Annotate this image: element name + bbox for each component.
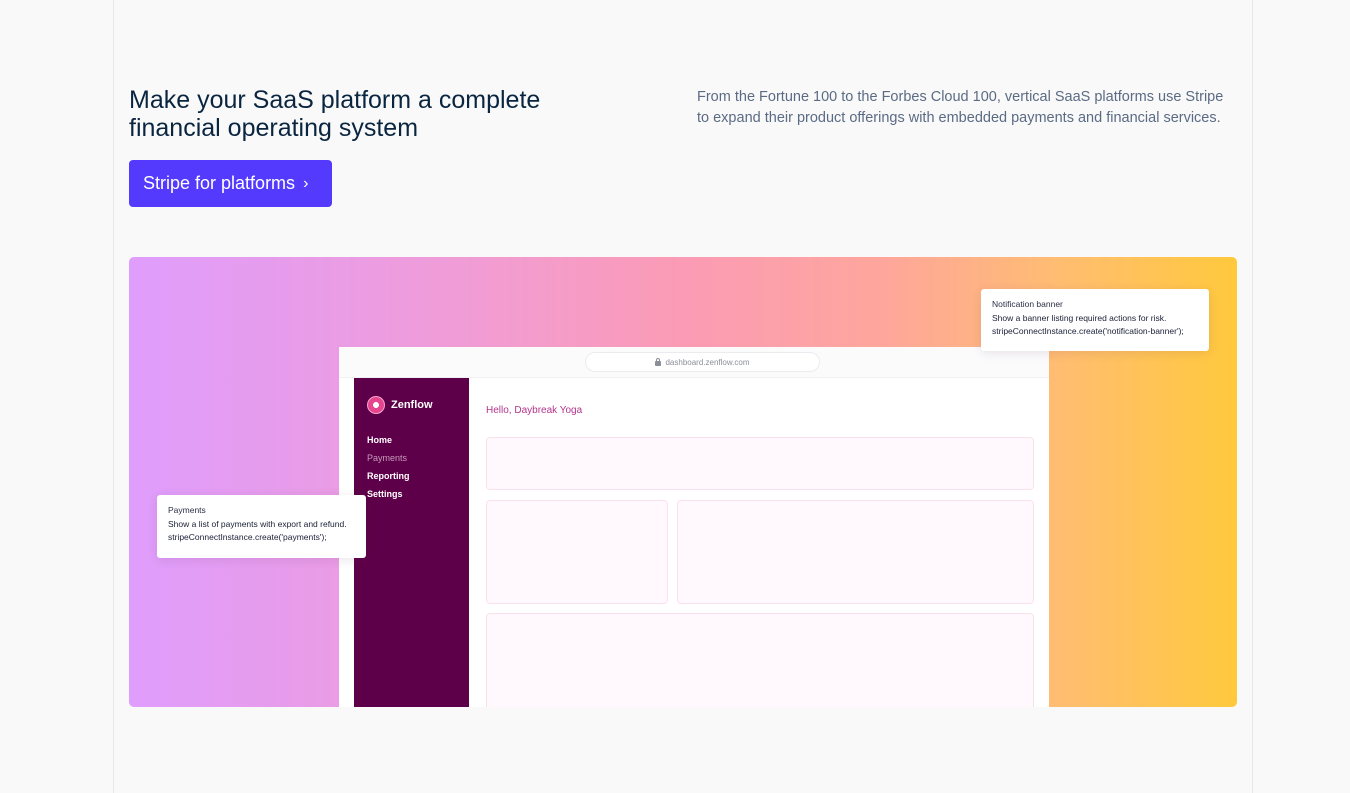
address-bar-url: dashboard.zenflow.com xyxy=(665,357,750,367)
tooltip-title: Notification banner xyxy=(992,299,1063,309)
payments-tooltip: Payments Show a list of payments with ex… xyxy=(157,495,366,558)
lock-icon xyxy=(655,357,662,366)
section-description: From the Fortune 100 to the Forbes Cloud… xyxy=(697,89,1224,126)
mock-sidebar: Zenflow Home Payments Reporting Settings xyxy=(354,378,469,707)
mock-nav-item-payments[interactable]: Payments xyxy=(367,449,410,467)
tooltip-title: Payments xyxy=(168,505,206,515)
mock-panel-wide xyxy=(677,500,1034,604)
guide-line-left xyxy=(113,0,114,793)
browser-toolbar: dashboard.zenflow.com xyxy=(339,347,1049,378)
chevron-right-icon: › xyxy=(303,174,309,192)
stripe-for-platforms-button[interactable]: Stripe for platforms › xyxy=(129,160,332,207)
mock-nav-item-settings[interactable]: Settings xyxy=(367,485,410,503)
zenflow-logo-icon xyxy=(367,396,385,414)
mock-brand: Zenflow xyxy=(367,396,433,414)
mock-panel-bottom xyxy=(486,613,1034,707)
section-headline: Make your SaaS platform a complete finan… xyxy=(129,86,541,142)
mock-nav-item-reporting[interactable]: Reporting xyxy=(367,467,410,485)
mock-nav: Home Payments Reporting Settings xyxy=(367,431,410,503)
mock-nav-item-home[interactable]: Home xyxy=(367,431,410,449)
notification-banner-tooltip: Notification banner Show a banner listin… xyxy=(981,289,1209,351)
dashboard-mock-window: dashboard.zenflow.com Zenflow Home Payme… xyxy=(339,347,1049,707)
cta-label: Stripe for platforms xyxy=(143,173,296,193)
address-bar: dashboard.zenflow.com xyxy=(585,352,820,372)
hero-illustration: dashboard.zenflow.com Zenflow Home Payme… xyxy=(129,257,1237,707)
mock-greeting: Hello, Daybreak Yoga xyxy=(486,405,583,416)
tooltip-code: stripeConnectInstance.create('notificati… xyxy=(992,326,1184,336)
guide-line-right xyxy=(1252,0,1253,793)
page: Make your SaaS platform a complete finan… xyxy=(0,0,1350,793)
mock-brand-name: Zenflow xyxy=(391,399,433,411)
mock-panel-banner xyxy=(486,437,1034,490)
tooltip-description: Show a banner listing required actions f… xyxy=(992,313,1167,323)
tooltip-code: stripeConnectInstance.create('payments')… xyxy=(168,532,327,542)
mock-panel-small xyxy=(486,500,668,604)
tooltip-description: Show a list of payments with export and … xyxy=(168,519,347,529)
